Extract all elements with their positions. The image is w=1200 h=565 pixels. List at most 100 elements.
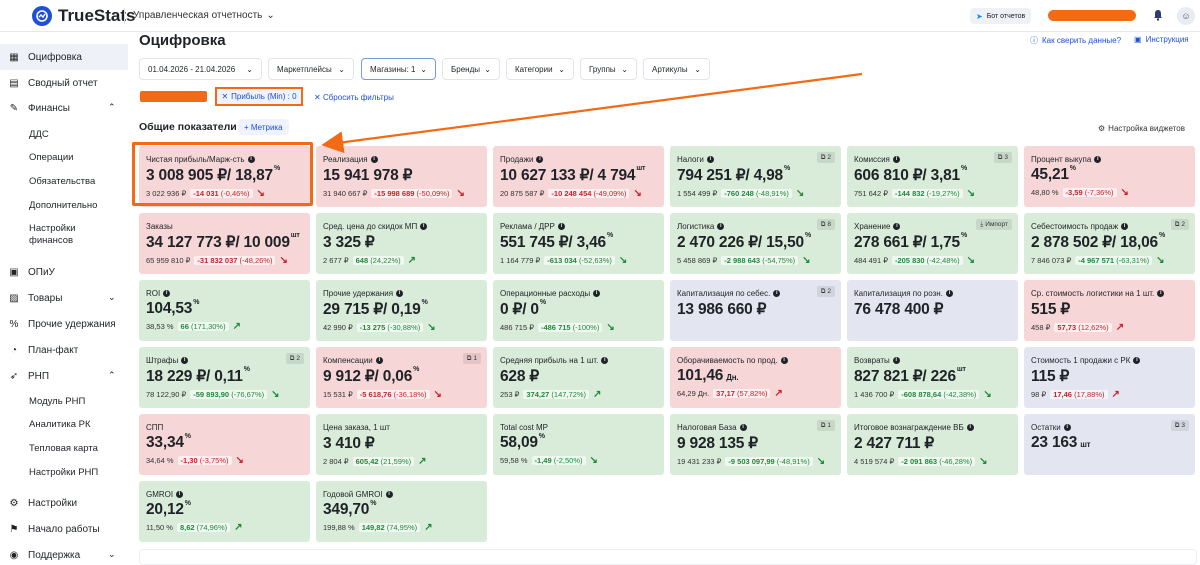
widget-settings-button[interactable]: ⚙ Настройка виджетов (1098, 124, 1185, 133)
metric-card[interactable]: Реализация i 15 941 978 ₽31 940 667 ₽ -15 9… (316, 146, 487, 207)
sidebar-item-plan-fact[interactable]: ◔ План-факт (8, 344, 78, 356)
metric-card[interactable]: Оборачиваемость по прод. i 101,46 Дн. 64,29 … (670, 347, 841, 408)
metric-card[interactable]: Штрафы i ⧉ 2 18 229 ₽/ 0,11% 78 122,90 ₽ -59 8… (139, 347, 310, 408)
redacted-filter-tag[interactable] (140, 91, 207, 102)
metric-card[interactable]: Ср. стоимость логистики на 1 шт. i 515 ₽ 45… (1024, 280, 1195, 341)
info-icon[interactable]: i (601, 356, 609, 364)
instruction-link[interactable]: ▣ Инструкция (1134, 35, 1189, 44)
metric-card[interactable]: Комиссия i ⧉ 3 606 810 ₽/ 3,81% 751 642 ₽ -144… (847, 146, 1018, 207)
sidebar-subitem-liabilities[interactable]: Обязательства (29, 176, 95, 188)
metric-card[interactable]: Капитализация по себес. i ⧉ 2 13 986 660 ₽ (670, 280, 841, 341)
sidebar-subitem-ad-analytics[interactable]: Аналитика РК (29, 419, 91, 431)
sidebar-item-summary-report[interactable]: ▤ Сводный отчет (8, 77, 97, 89)
info-icon[interactable]: i (706, 155, 714, 163)
info-icon[interactable]: i (370, 155, 378, 163)
metric-card[interactable]: Логистика i ⧉ 8 2 470 226 ₽/ 15,50% 5 458 869… (670, 213, 841, 274)
info-icon[interactable]: i (375, 356, 383, 364)
metric-card[interactable]: Прочие удержания i 29 715 ₽/ 0,19% 42 990 ₽… (316, 280, 487, 341)
sidebar-item-pnl[interactable]: ▣ ОПиУ (8, 266, 55, 278)
source-badge[interactable]: ⧉ 2 (1170, 219, 1189, 230)
info-icon[interactable]: i (163, 289, 171, 297)
info-icon[interactable]: i (247, 155, 255, 163)
info-icon[interactable]: i (181, 356, 189, 364)
metric-card[interactable]: Себестоимость продаж i ⧉ 2 2 878 502 ₽/ 18,0… (1024, 213, 1195, 274)
add-metric-button[interactable]: + Метрика (238, 119, 289, 135)
truestats-logo-icon[interactable] (32, 6, 52, 26)
info-icon[interactable]: i (176, 490, 184, 498)
info-icon[interactable]: i (1121, 222, 1129, 230)
metric-card[interactable]: Total cost MP 58,09% 59,58 % -1,49 (-2,50%)… (493, 414, 664, 475)
metric-card[interactable]: Хранение i ⤓ Импорт 278 661 ₽/ 1,75% 484 491 … (847, 213, 1018, 274)
metric-card[interactable]: Налоги i ⧉ 2 794 251 ₽/ 4,98% 1 554 499 ₽ -760… (670, 146, 841, 207)
sidebar-item-settings[interactable]: ⚙ Настройки (8, 497, 78, 509)
info-icon[interactable]: i (892, 155, 900, 163)
metric-card[interactable]: ROI i 104,53% 38,53 % 66 (171,30%) ↗ (139, 280, 310, 341)
info-icon[interactable]: i (966, 423, 974, 431)
sidebar-subitem-finance-settings[interactable]: Настройки финансов (29, 223, 119, 247)
info-icon[interactable]: i (945, 289, 953, 297)
sidebar-item-digitization[interactable]: ▦ Оцифровка (8, 51, 82, 63)
sidebar-subitem-additional[interactable]: Дополнительно (29, 200, 97, 212)
sidebar-subitem-rnp-module[interactable]: Модуль РНП (29, 396, 85, 408)
metric-card[interactable]: Заказы 34 127 773 ₽/ 10 009шт 65 959 810 ₽… (139, 213, 310, 274)
metric-card[interactable]: Годовой GMROI i 349,70% 199,88 % 149,82 (74,… (316, 481, 487, 542)
check-data-link[interactable]: ⓘ Как сверить данные? (1030, 35, 1121, 46)
info-icon[interactable]: i (1157, 289, 1165, 297)
metric-card[interactable]: Продажи i 10 627 133 ₽/ 4 794шт 20 875 587 … (493, 146, 664, 207)
info-icon[interactable]: i (892, 356, 900, 364)
chevron-down-icon[interactable]: ⌄ (108, 549, 116, 560)
report-type-select[interactable]: Управленческая отчетность ⌄ (133, 10, 275, 21)
groups-filter[interactable]: Группы ⌄ (580, 58, 637, 80)
source-badge[interactable]: ⤓ Импорт (976, 219, 1012, 230)
user-avatar-icon[interactable]: ☺ (1177, 7, 1195, 25)
marketplaces-filter[interactable]: Маркетплейсы ⌄ (268, 58, 354, 80)
source-badge[interactable]: ⧉ 2 (816, 286, 835, 297)
metric-card[interactable]: Компенсации i ⧉ 1 9 912 ₽/ 0,06% 15 531 ₽ -5 6… (316, 347, 487, 408)
info-icon[interactable]: i (536, 155, 544, 163)
info-icon[interactable]: i (1133, 356, 1141, 364)
close-icon[interactable]: ✕ (221, 92, 228, 101)
source-badge[interactable]: ⧉ 2 (285, 353, 304, 364)
source-badge[interactable]: ⧉ 3 (993, 152, 1012, 163)
sidebar-subitem-heatmap[interactable]: Тепловая карта (29, 443, 98, 455)
info-icon[interactable]: i (1094, 155, 1102, 163)
metric-card[interactable]: Средняя прибыль на 1 шт. i 628 ₽253 ₽374,2… (493, 347, 664, 408)
metric-card[interactable]: Возвраты i 827 821 ₽/ 226шт 1 436 700 ₽ -608… (847, 347, 1018, 408)
sidebar-item-getting-started[interactable]: ⚑ Начало работы (8, 523, 100, 535)
chevron-up-icon[interactable]: ⌃ (108, 370, 116, 381)
info-icon[interactable]: i (717, 222, 725, 230)
info-icon[interactable]: i (396, 289, 404, 297)
sidebar-item-finance[interactable]: ✎ Финансы (8, 102, 70, 114)
brands-filter[interactable]: Бренды ⌄ (442, 58, 500, 80)
source-badge[interactable]: ⧉ 1 (462, 353, 481, 364)
metric-card[interactable]: Сред. цена до скидок МП i 3 325 ₽2 677 ₽64… (316, 213, 487, 274)
sidebar-item-other-deductions[interactable]: % Прочие удержания (8, 318, 116, 330)
info-icon[interactable]: i (739, 423, 747, 431)
categories-filter[interactable]: Категории ⌄ (506, 58, 574, 80)
info-icon[interactable]: i (1063, 423, 1071, 431)
metric-card[interactable]: Итоговое вознаграждение ВБ i 2 427 711 ₽ 4 … (847, 414, 1018, 475)
notifications-icon[interactable] (1151, 8, 1165, 27)
info-icon[interactable]: i (773, 289, 781, 297)
source-badge[interactable]: ⧉ 8 (816, 219, 835, 230)
source-badge[interactable]: ⧉ 3 (1170, 420, 1189, 431)
metric-card[interactable]: GMROI i 20,12% 11,50 % 8,62 (74,96%) ↗ (139, 481, 310, 542)
sidebar-item-rnp[interactable]: ➶ РНП (8, 370, 49, 382)
info-icon[interactable]: i (420, 222, 428, 230)
report-bot-button[interactable]: ➤ Бот отчетов (970, 8, 1032, 24)
sidebar-subitem-dds[interactable]: ДДС (29, 129, 49, 141)
metric-card[interactable]: Налоговая База i ⧉ 1 9 928 135 ₽19 431 233 ₽… (670, 414, 841, 475)
profit-filter-chip[interactable]: ✕ Прибыль (Min) : 0 (215, 87, 303, 106)
metric-card[interactable]: Чистая прибыль/Марж-сть i 3 008 905 ₽/ 18,… (139, 146, 310, 207)
chevron-down-icon[interactable]: ⌄ (108, 292, 116, 303)
date-range-filter[interactable]: 01.04.2026 - 21.04.2026 ⌄ (139, 58, 262, 80)
info-icon[interactable]: i (593, 289, 601, 297)
metric-card[interactable]: Процент выкупа i 45,21% 48,80 % -3,59 (-7,36… (1024, 146, 1195, 207)
reset-filters-button[interactable]: ✕ Сбросить фильтры (314, 93, 394, 102)
source-badge[interactable]: ⧉ 2 (816, 152, 835, 163)
info-icon[interactable]: i (557, 222, 565, 230)
sidebar-item-support[interactable]: ◉ Поддержка (8, 549, 81, 561)
sidebar-item-products[interactable]: ▨ Товары (8, 292, 62, 304)
chevron-up-icon[interactable]: ⌃ (108, 102, 116, 113)
metric-card[interactable]: Реклама / ДРР i 551 745 ₽/ 3,46% 1 164 779 … (493, 213, 664, 274)
